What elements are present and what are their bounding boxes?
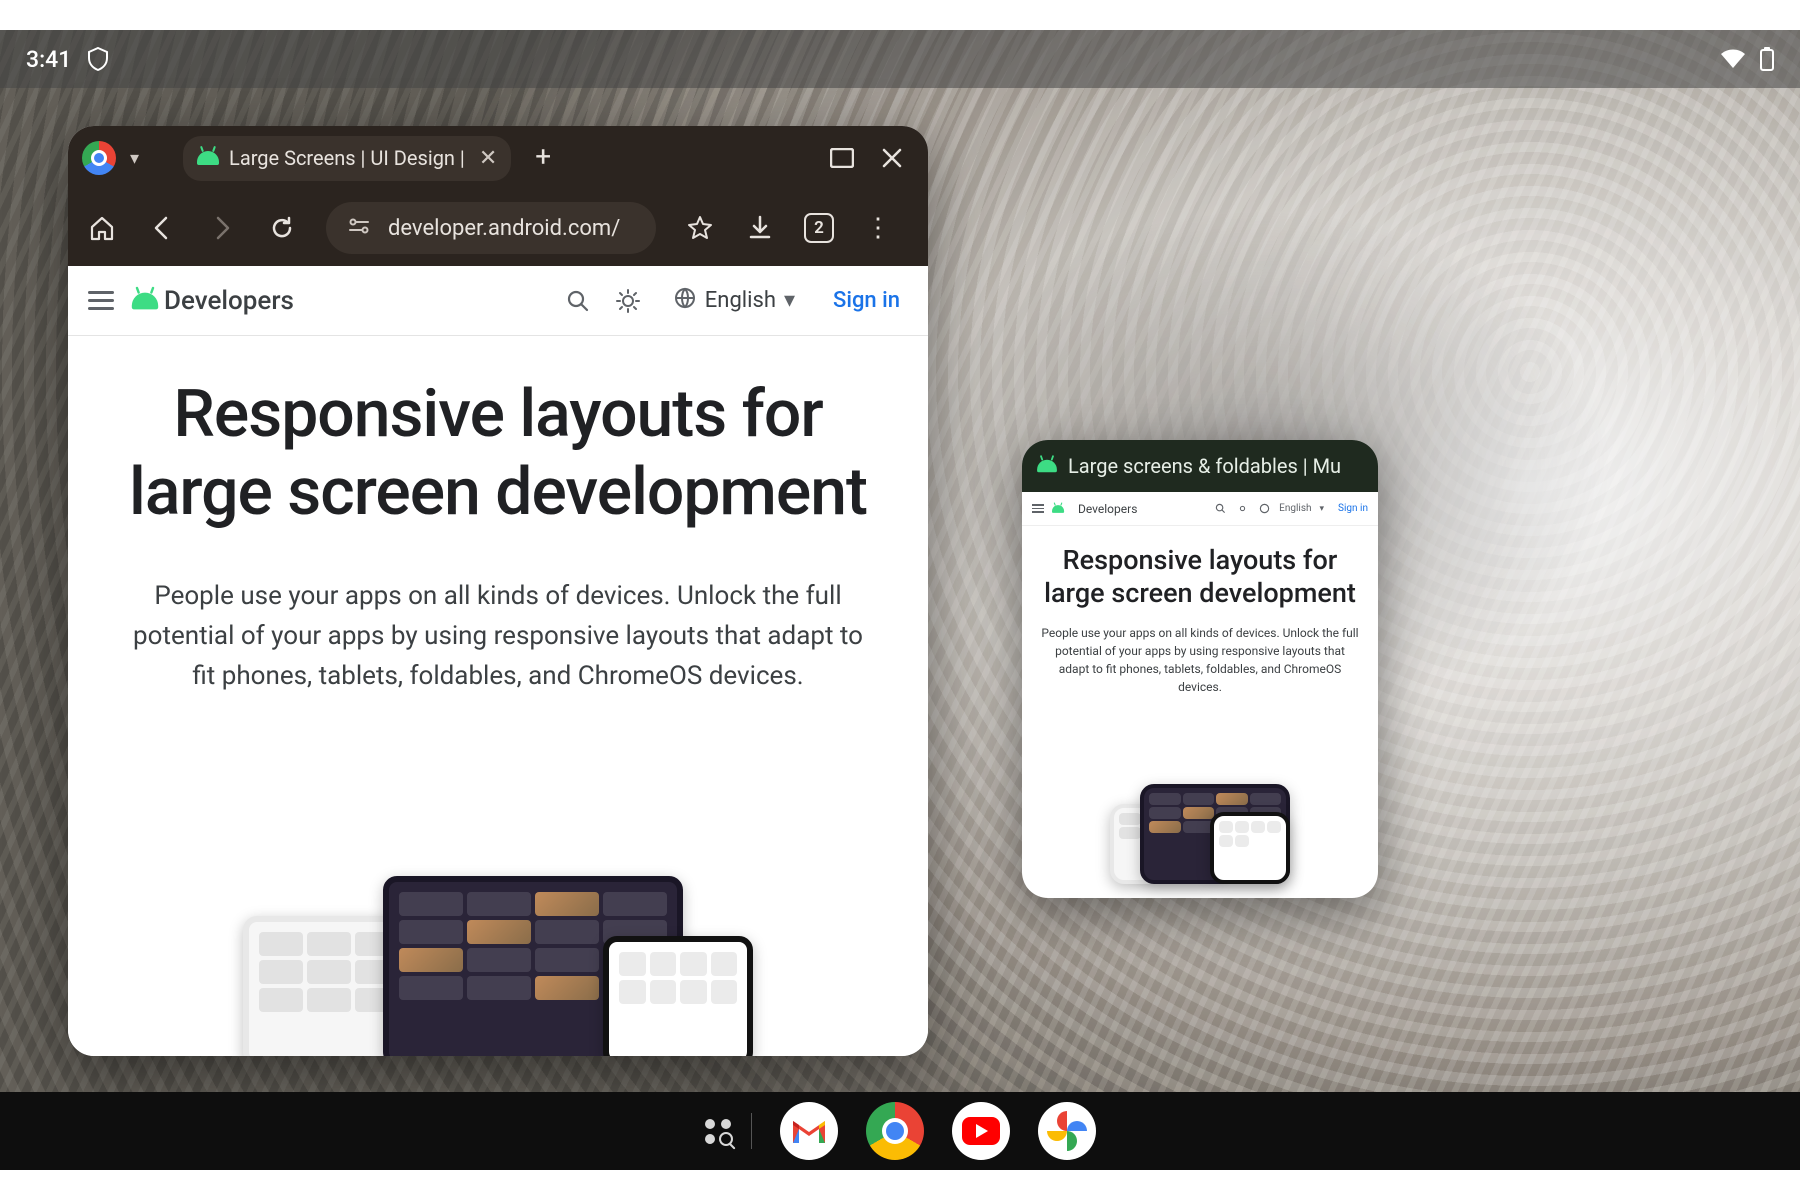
site-menu-button[interactable]: [88, 291, 114, 310]
mock-phone: [603, 936, 753, 1056]
pip-hero: Responsive layouts for large screen deve…: [1022, 526, 1378, 696]
letterbox-top: [0, 0, 1800, 30]
downloads-button[interactable]: [744, 212, 776, 244]
gmail-app-icon[interactable]: [780, 1102, 838, 1160]
chrome-logo-icon: [82, 141, 116, 175]
reload-button[interactable]: [266, 212, 298, 244]
floating-window-title: Large screens & foldables | Mu: [1068, 454, 1341, 478]
tab-title: Large Screens | UI Design |: [229, 146, 465, 170]
chrome-app-icon[interactable]: [866, 1102, 924, 1160]
window-titlebar[interactable]: ▾ Large Screens | UI Design | ✕ +: [68, 126, 928, 190]
status-clock: 3:41: [26, 46, 71, 73]
signin-link[interactable]: Sign in: [825, 288, 908, 313]
mock-phone: [1210, 812, 1290, 884]
language-selector[interactable]: English ▾: [663, 286, 805, 316]
device-mock-illustration: [68, 886, 928, 1056]
shield-icon: [87, 47, 109, 71]
youtube-app-icon[interactable]: [952, 1102, 1010, 1160]
window-menu-chevron-icon[interactable]: ▾: [122, 148, 147, 169]
pip-site-header: Developers English ▾ Sign in: [1022, 492, 1378, 526]
overflow-menu-button[interactable]: ⋮: [862, 212, 894, 244]
bookmark-button[interactable]: [684, 212, 716, 244]
back-button[interactable]: [146, 212, 178, 244]
pip-site-brand: Developers: [1078, 502, 1137, 516]
web-page[interactable]: Developers English ▾ Sign in: [68, 266, 928, 1056]
hero-section: Responsive layouts for large screen deve…: [68, 336, 928, 697]
android-favicon-icon: [1037, 460, 1057, 473]
pip-site-logo[interactable]: Developers: [1052, 502, 1137, 516]
pip-globe-icon[interactable]: [1257, 502, 1271, 516]
pip-signin-link[interactable]: Sign in: [1338, 503, 1368, 514]
desktop-area: 3:41 ▾ Large Screens | UI Design | ✕ +: [0, 30, 1800, 1170]
floating-window[interactable]: Large screens & foldables | Mu Developer…: [1022, 440, 1378, 898]
floating-window-titlebar[interactable]: Large screens & foldables | Mu: [1022, 440, 1378, 492]
pip-chevron-down-icon: ▾: [1320, 504, 1325, 514]
pip-search-icon[interactable]: [1213, 502, 1227, 516]
chevron-down-icon: ▾: [784, 288, 795, 313]
search-button[interactable]: [563, 286, 593, 316]
pip-hero-title: Responsive layouts for large screen deve…: [1040, 544, 1360, 610]
pip-hero-body: People use your apps on all kinds of dev…: [1040, 624, 1360, 696]
new-tab-button[interactable]: +: [525, 140, 561, 177]
taskbar-divider: [751, 1113, 752, 1149]
status-left: 3:41: [26, 46, 109, 73]
letterbox-bottom: [0, 1170, 1800, 1200]
pip-device-mock-illustration: [1022, 784, 1378, 884]
android-logo-icon: [1052, 505, 1064, 513]
hero-title: Responsive layouts for large screen deve…: [124, 376, 872, 532]
site-settings-icon[interactable]: [348, 217, 370, 239]
android-favicon-icon: [197, 151, 219, 165]
theme-toggle-button[interactable]: [613, 286, 643, 316]
status-right: [1720, 47, 1774, 71]
browser-toolbar: developer.android.com/ 2 ⋮: [68, 190, 928, 266]
tab-close-icon[interactable]: ✕: [479, 146, 497, 171]
language-label: English: [705, 288, 776, 313]
all-apps-button[interactable]: [705, 1119, 733, 1144]
url-text: developer.android.com/: [388, 216, 620, 241]
hero-body: People use your apps on all kinds of dev…: [124, 576, 872, 697]
taskbar: [0, 1092, 1800, 1170]
wifi-icon: [1720, 49, 1746, 69]
site-logo[interactable]: Developers: [134, 286, 294, 316]
maximize-button[interactable]: [820, 136, 864, 180]
site-header: Developers English ▾ Sign in: [68, 266, 928, 336]
forward-button: [206, 212, 238, 244]
chrome-window[interactable]: ▾ Large Screens | UI Design | ✕ +: [68, 126, 928, 1056]
tab-switcher-button[interactable]: 2: [804, 213, 834, 243]
address-bar[interactable]: developer.android.com/: [326, 202, 656, 254]
taskbar-left: [705, 1113, 752, 1149]
site-brand: Developers: [164, 286, 294, 316]
home-button[interactable]: [86, 212, 118, 244]
pip-theme-icon[interactable]: [1235, 502, 1249, 516]
close-window-button[interactable]: [870, 136, 914, 180]
statusbar: 3:41: [0, 30, 1800, 88]
pip-language-label: English: [1279, 503, 1311, 514]
pip-menu-button[interactable]: [1032, 504, 1044, 513]
battery-icon: [1760, 47, 1774, 71]
browser-tab[interactable]: Large Screens | UI Design | ✕: [183, 136, 511, 181]
globe-icon: [673, 286, 697, 316]
android-logo-icon: [132, 292, 158, 309]
photos-app-icon[interactable]: [1038, 1102, 1096, 1160]
